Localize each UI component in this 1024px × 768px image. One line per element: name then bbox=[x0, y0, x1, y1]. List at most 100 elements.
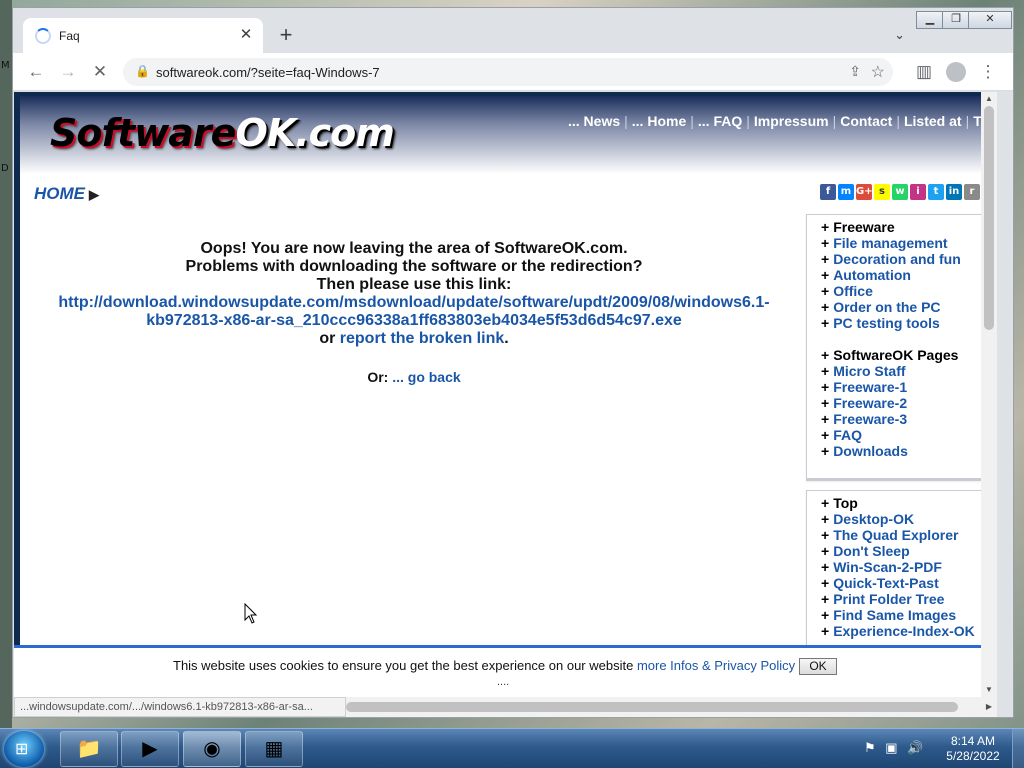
scroll-right-icon[interactable]: ▶ bbox=[981, 697, 997, 717]
sidebar-item-file-management[interactable]: + File management bbox=[807, 235, 997, 251]
restore-button[interactable]: ❐ bbox=[942, 11, 970, 29]
sidebar-item-print-folder[interactable]: + Print Folder Tree bbox=[807, 591, 997, 607]
rss-icon[interactable]: r bbox=[964, 184, 980, 200]
sidebar-link[interactable]: Downloads bbox=[833, 443, 908, 459]
sidebar-item-decoration[interactable]: + Decoration and fun bbox=[807, 251, 997, 267]
close-tab-icon[interactable]: ✕ bbox=[237, 26, 255, 44]
forward-arrow-icon[interactable]: → bbox=[56, 61, 80, 83]
sidebar-link[interactable]: File management bbox=[833, 235, 947, 251]
address-bar[interactable]: 🔒 softwareok.com/?seite=faq-Windows-7 ⇪ … bbox=[123, 58, 893, 86]
snapchat-icon[interactable]: s bbox=[874, 184, 890, 200]
facebook-icon[interactable]: f bbox=[820, 184, 836, 200]
whatsapp-icon[interactable]: w bbox=[892, 184, 908, 200]
sidebar-item-freeware-3[interactable]: + Freeware-3 bbox=[807, 411, 997, 427]
softwareok-logo[interactable]: SoftwareOK.com bbox=[50, 111, 395, 155]
sidebar-item-order[interactable]: + Order on the PC bbox=[807, 299, 997, 315]
sidebar-item-faq[interactable]: + FAQ bbox=[807, 427, 997, 443]
sidebar-item-quad-explorer[interactable]: + The Quad Explorer bbox=[807, 527, 997, 543]
network-icon[interactable]: ▣ bbox=[885, 740, 897, 755]
twitter-icon[interactable]: t bbox=[928, 184, 944, 200]
taskbar-explorer[interactable]: 📁 bbox=[60, 731, 118, 767]
start-button[interactable]: ⊞ bbox=[4, 731, 44, 767]
report-broken-link[interactable]: report the broken link bbox=[340, 330, 504, 347]
sidebar-link[interactable]: The Quad Explorer bbox=[833, 527, 958, 543]
action-center-flag-icon[interactable]: ⚑ bbox=[864, 740, 876, 755]
or-label: Or: bbox=[367, 369, 389, 385]
messenger-icon[interactable]: m bbox=[838, 184, 854, 200]
sidebar-item-pc-testing[interactable]: + PC testing tools bbox=[807, 315, 997, 331]
instagram-icon[interactable]: i bbox=[910, 184, 926, 200]
taskbar-chrome[interactable]: ◉ bbox=[183, 731, 241, 767]
message-line-1: Oops! You are now leaving the area of So… bbox=[200, 240, 628, 257]
nav-faq[interactable]: ... FAQ bbox=[698, 113, 742, 129]
sidebar-item-automation[interactable]: + Automation bbox=[807, 267, 997, 283]
sidebar-link[interactable]: Decoration and fun bbox=[833, 251, 961, 267]
breadcrumb: HOME ▶ bbox=[34, 184, 99, 204]
sidebar-link[interactable]: Micro Staff bbox=[833, 363, 905, 379]
sidebar-item-quick-text[interactable]: + Quick-Text-Past bbox=[807, 575, 997, 591]
menu-kebab-icon[interactable]: ⋮ bbox=[976, 61, 1000, 83]
home-link[interactable]: HOME bbox=[34, 184, 85, 203]
tab-faq[interactable]: Faq ✕ bbox=[23, 18, 263, 54]
nav-impressum[interactable]: Impressum bbox=[754, 113, 829, 129]
linkedin-icon[interactable]: in bbox=[946, 184, 962, 200]
sidebar-link[interactable]: Find Same Images bbox=[833, 607, 956, 623]
new-tab-button[interactable]: + bbox=[275, 24, 297, 47]
sidebar-item-win-scan[interactable]: + Win-Scan-2-PDF bbox=[807, 559, 997, 575]
sidebar-link[interactable]: Desktop-OK bbox=[833, 511, 914, 527]
sidebar-item-find-same[interactable]: + Find Same Images bbox=[807, 607, 997, 623]
minimize-button[interactable]: ▁ bbox=[916, 11, 944, 29]
nav-news[interactable]: ... News bbox=[568, 113, 620, 129]
sidebar-link[interactable]: Win-Scan-2-PDF bbox=[833, 559, 942, 575]
cookie-ok-button[interactable]: OK bbox=[799, 658, 837, 675]
sidebar-link[interactable]: Don't Sleep bbox=[833, 543, 909, 559]
nav-contact[interactable]: Contact bbox=[840, 113, 892, 129]
scroll-down-icon[interactable]: ▼ bbox=[981, 683, 997, 697]
show-desktop-button[interactable] bbox=[1012, 729, 1024, 768]
sidebar-link[interactable]: Automation bbox=[833, 267, 911, 283]
sidebar-link[interactable]: Experience-Index-OK bbox=[833, 623, 975, 639]
taskbar-control-panel[interactable]: ▦ bbox=[245, 731, 303, 767]
sidebar-item-experience-index[interactable]: + Experience-Index-OK bbox=[807, 623, 997, 639]
vertical-scrollbar[interactable]: ▲ ▼ bbox=[981, 92, 997, 697]
sidebar-link[interactable]: PC testing tools bbox=[833, 315, 940, 331]
sidebar-item-dont-sleep[interactable]: + Don't Sleep bbox=[807, 543, 997, 559]
sidebar-link[interactable]: Office bbox=[833, 283, 873, 299]
tab-search-chevron-icon[interactable]: ⌄ bbox=[894, 27, 905, 43]
privacy-policy-link[interactable]: more Infos & Privacy Policy bbox=[637, 658, 795, 673]
sidebar-link[interactable]: Freeware-2 bbox=[833, 395, 907, 411]
sidebar-link[interactable]: FAQ bbox=[833, 427, 862, 443]
go-back-link[interactable]: ... go back bbox=[392, 369, 460, 385]
period-text: . bbox=[504, 330, 509, 347]
close-window-button[interactable]: ✕ bbox=[968, 11, 1012, 29]
horizontal-scrollbar[interactable]: ▶ bbox=[346, 697, 997, 717]
sidebar-item-freeware-2[interactable]: + Freeware-2 bbox=[807, 395, 997, 411]
sidebar-item-desktop-ok[interactable]: + Desktop-OK bbox=[807, 511, 997, 527]
sidebar-item-freeware-1[interactable]: + Freeware-1 bbox=[807, 379, 997, 395]
side-panel-icon[interactable]: ▥ bbox=[912, 61, 936, 83]
scroll-up-icon[interactable]: ▲ bbox=[981, 92, 997, 106]
sidebar-link[interactable]: Freeware-1 bbox=[833, 379, 907, 395]
sidebar-link[interactable]: Print Folder Tree bbox=[833, 591, 944, 607]
download-link[interactable]: http://download.windowsupdate.com/msdown… bbox=[54, 294, 774, 330]
nav-listed-at[interactable]: Listed at bbox=[904, 113, 962, 129]
sidebar-link[interactable]: Order on the PC bbox=[833, 299, 940, 315]
profile-avatar-icon[interactable] bbox=[946, 62, 966, 82]
sidebar-link[interactable]: Freeware-3 bbox=[833, 411, 907, 427]
sidebar-link[interactable]: Quick-Text-Past bbox=[833, 575, 939, 591]
address-url[interactable]: softwareok.com/?seite=faq-Windows-7 bbox=[156, 65, 380, 80]
taskbar-clock[interactable]: 8:14 AM 5/28/2022 bbox=[942, 734, 1004, 764]
share-icon[interactable]: ⇪ bbox=[849, 63, 861, 80]
back-arrow-icon[interactable]: ← bbox=[24, 61, 48, 83]
sidebar-item-office[interactable]: + Office bbox=[807, 283, 997, 299]
stop-loading-icon[interactable]: ✕ bbox=[88, 61, 112, 83]
nav-home[interactable]: ... Home bbox=[632, 113, 686, 129]
hscroll-thumb[interactable] bbox=[346, 702, 958, 712]
sidebar-item-downloads[interactable]: + Downloads bbox=[807, 443, 997, 459]
google-plus-icon[interactable]: G+ bbox=[856, 184, 873, 200]
taskbar-media-player[interactable]: ▶ bbox=[121, 731, 179, 767]
bookmark-star-icon[interactable]: ☆ bbox=[871, 62, 885, 82]
volume-icon[interactable]: 🔊 bbox=[907, 740, 923, 755]
scrollbar-thumb[interactable] bbox=[984, 106, 994, 330]
sidebar-item-micro-staff[interactable]: + Micro Staff bbox=[807, 363, 997, 379]
